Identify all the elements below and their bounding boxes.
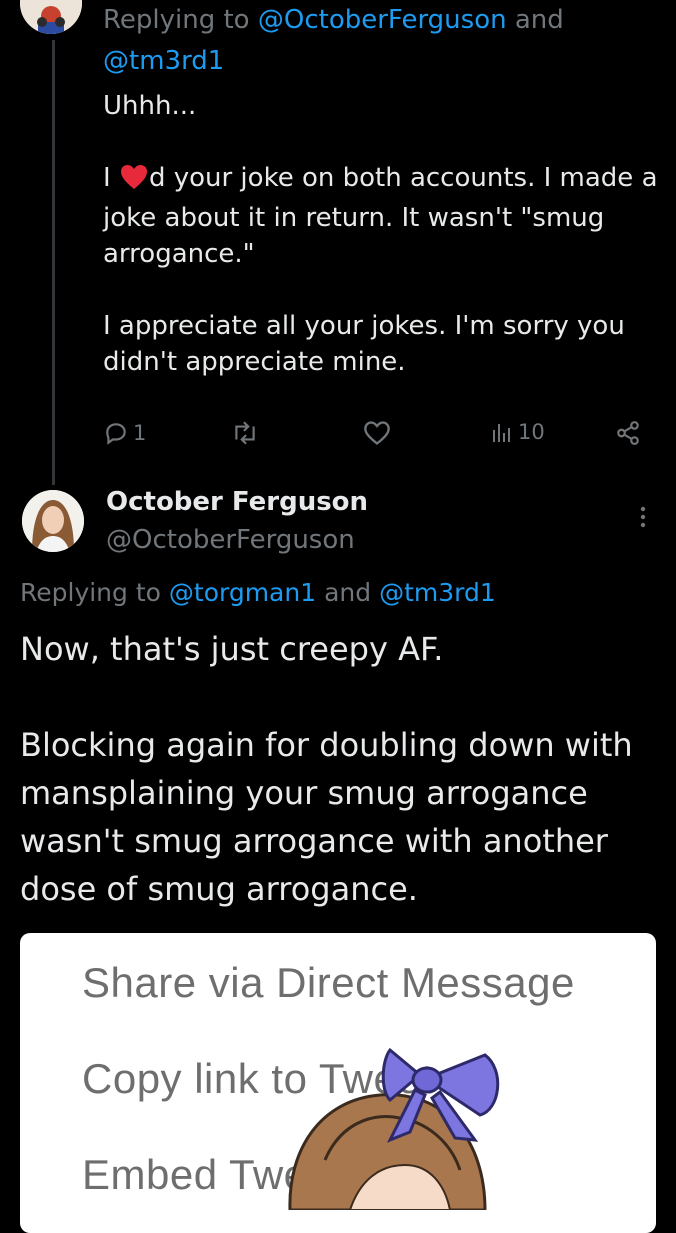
reply-author-avatar[interactable]	[20, 0, 82, 34]
reply-button[interactable]: 1	[103, 420, 146, 446]
like-button[interactable]	[363, 420, 391, 446]
author-handle[interactable]: @OctoberFerguson	[106, 522, 355, 558]
share-icon	[615, 420, 641, 446]
views-button[interactable]: 10	[490, 420, 545, 444]
more-options-button[interactable]	[628, 502, 658, 532]
reply-tweet: Replying to @OctoberFerguson and @tm3rd1…	[103, 0, 663, 380]
author-avatar[interactable]	[22, 490, 84, 552]
main-tweet-text: Now, that's just creepy AF. Blocking aga…	[20, 630, 633, 908]
reply-tweet-actions: 1 10	[103, 420, 648, 456]
thread-connector-line	[52, 40, 55, 485]
more-icon	[628, 506, 658, 536]
views-icon	[490, 420, 514, 444]
mention-link[interactable]: @torgman1	[169, 578, 316, 607]
retweet-icon	[231, 420, 259, 446]
share-button[interactable]	[615, 420, 641, 446]
like-icon	[363, 420, 391, 446]
view-count: 10	[518, 420, 545, 444]
mention-link[interactable]: @tm3rd1	[103, 46, 224, 76]
retweet-button[interactable]	[231, 420, 259, 446]
anime-girl-sticker	[270, 1040, 530, 1212]
replying-to-line: Replying to @OctoberFerguson and @tm3rd1	[103, 5, 564, 76]
reply-icon	[103, 420, 129, 446]
red-heart-emoji-icon	[120, 164, 148, 200]
author-display-name[interactable]: October Ferguson	[106, 484, 368, 520]
share-via-dm-item: Share via Direct Message	[82, 959, 575, 1006]
mention-link[interactable]: @OctoberFerguson	[258, 5, 507, 35]
reply-count: 1	[133, 421, 147, 445]
mention-link[interactable]: @tm3rd1	[379, 578, 496, 607]
replying-to-line: Replying to @torgman1 and @tm3rd1	[20, 578, 496, 607]
reply-tweet-text: Uhhh... I d your joke on both accounts. …	[103, 91, 658, 377]
